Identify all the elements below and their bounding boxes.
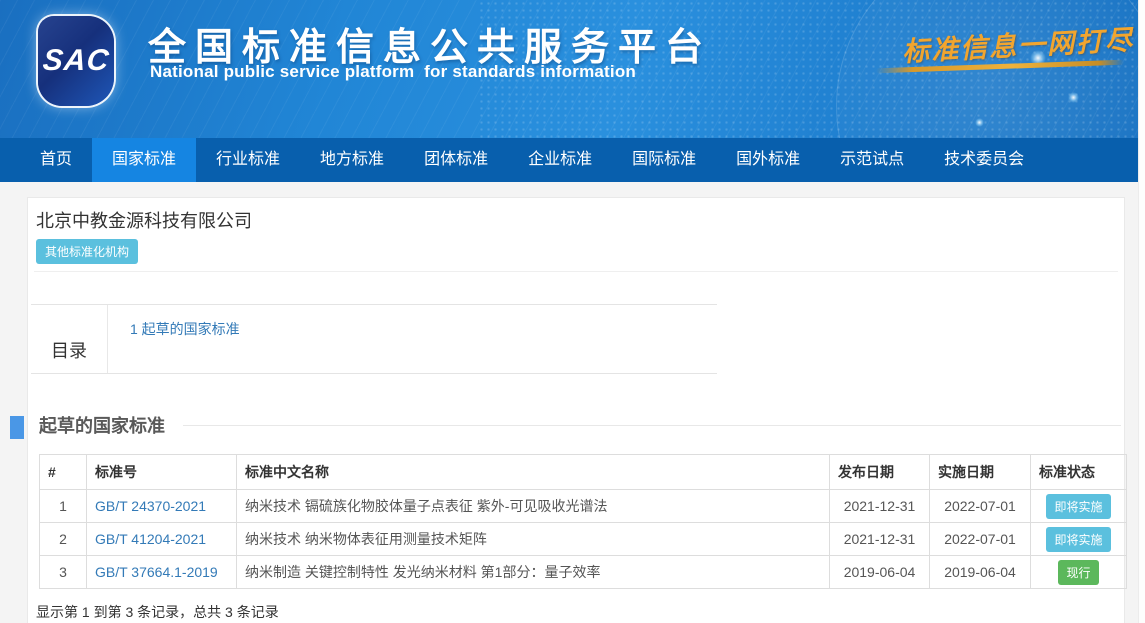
publish-date-cell: 2021-12-31 — [830, 490, 930, 523]
status-cell: 即将实施 — [1031, 523, 1127, 556]
section-divider-line — [183, 425, 1121, 426]
table-header-cell: 标准状态 — [1031, 455, 1127, 490]
scrollbar-track[interactable] — [1138, 0, 1145, 623]
nav-item[interactable]: 地方标准 — [300, 138, 404, 182]
toc-link-drafted-national-standards[interactable]: 1 起草的国家标准 — [130, 319, 240, 339]
status-cell: 现行 — [1031, 556, 1127, 589]
nav-item[interactable]: 技术委员会 — [924, 138, 1044, 182]
toc-links: 1 起草的国家标准 — [108, 305, 240, 373]
divider — [34, 271, 1118, 272]
page: SAC 全国标准信息公共服务平台 National public service… — [0, 0, 1145, 623]
company-type-badge: 其他标准化机构 — [36, 239, 138, 264]
implement-date-cell: 2019-06-04 — [930, 556, 1031, 589]
standard-number-cell: GB/T 37664.1-2019 — [87, 556, 237, 589]
table-header-cell: # — [40, 455, 87, 490]
company-name: 北京中教金源科技有限公司 — [36, 207, 252, 233]
table-row: 1 GB/T 24370-2021 纳米技术 镉硫族化物胶体量子点表征 紫外-可… — [40, 490, 1127, 523]
toc-label-cell: 目录 — [31, 305, 108, 373]
row-index-cell: 2 — [40, 523, 87, 556]
publish-date-cell: 2019-06-04 — [830, 556, 930, 589]
table-header-cell: 发布日期 — [830, 455, 930, 490]
table-row: 3 GB/T 37664.1-2019 纳米制造 关键控制特性 发光纳米材料 第… — [40, 556, 1127, 589]
section-marker — [10, 416, 24, 439]
status-badge: 现行 — [1058, 560, 1098, 585]
implement-date-cell: 2022-07-01 — [930, 490, 1031, 523]
nav-item[interactable]: 首页 — [20, 138, 92, 182]
table-of-contents: 目录 1 起草的国家标准 — [31, 304, 717, 374]
standard-number-cell: GB/T 24370-2021 — [87, 490, 237, 523]
standard-name-cell: 纳米制造 关键控制特性 发光纳米材料 第1部分：量子效率 — [237, 556, 830, 589]
decoration-dot — [1068, 92, 1079, 103]
content-card: 北京中教金源科技有限公司 其他标准化机构 目录 1 起草的国家标准 起草的国家标… — [27, 197, 1125, 623]
table-row: 2 GB/T 41204-2021 纳米技术 纳米物体表征用测量技术矩阵 202… — [40, 523, 1127, 556]
sac-logo-text: SAC — [41, 44, 111, 78]
nav-item[interactable]: 国外标准 — [716, 138, 820, 182]
standard-number-link[interactable]: GB/T 24370-2021 — [95, 498, 206, 514]
nav-item[interactable]: 国际标准 — [612, 138, 716, 182]
standard-number-link[interactable]: GB/T 37664.1-2019 — [95, 564, 218, 580]
table-header-cell: 实施日期 — [930, 455, 1031, 490]
standards-table: #标准号标准中文名称发布日期实施日期标准状态 1 GB/T 24370-2021… — [39, 454, 1127, 589]
records-summary: 显示第 1 到第 3 条记录，总共 3 条记录 — [36, 602, 279, 622]
nav-item[interactable]: 示范试点 — [820, 138, 924, 182]
standard-number-link[interactable]: GB/T 41204-2021 — [95, 531, 206, 547]
implement-date-cell: 2022-07-01 — [930, 523, 1031, 556]
standard-name-cell: 纳米技术 纳米物体表征用测量技术矩阵 — [237, 523, 830, 556]
table-header-row: #标准号标准中文名称发布日期实施日期标准状态 — [40, 455, 1127, 490]
nav-item[interactable]: 国家标准 — [92, 138, 196, 182]
toc-label: 目录 — [51, 337, 87, 363]
table-header-cell: 标准中文名称 — [237, 455, 830, 490]
nav-item[interactable]: 企业标准 — [508, 138, 612, 182]
status-badge: 即将实施 — [1046, 527, 1110, 552]
standard-name-cell: 纳米技术 镉硫族化物胶体量子点表征 紫外-可见吸收光谱法 — [237, 490, 830, 523]
nav-item[interactable]: 行业标准 — [196, 138, 300, 182]
site-title-english: National public service platform for sta… — [150, 62, 636, 82]
status-badge: 即将实施 — [1046, 494, 1110, 519]
main-nav: 首页国家标准行业标准地方标准团体标准企业标准国际标准国外标准示范试点技术委员会 — [0, 138, 1138, 182]
section-title: 起草的国家标准 — [39, 412, 165, 438]
decoration-dot — [975, 118, 984, 127]
row-index-cell: 1 — [40, 490, 87, 523]
sac-logo[interactable]: SAC — [38, 16, 114, 106]
table-header-cell: 标准号 — [87, 455, 237, 490]
nav-item[interactable]: 团体标准 — [404, 138, 508, 182]
row-index-cell: 3 — [40, 556, 87, 589]
status-cell: 即将实施 — [1031, 490, 1127, 523]
site-banner: SAC 全国标准信息公共服务平台 National public service… — [0, 0, 1138, 138]
publish-date-cell: 2021-12-31 — [830, 523, 930, 556]
standard-number-cell: GB/T 41204-2021 — [87, 523, 237, 556]
